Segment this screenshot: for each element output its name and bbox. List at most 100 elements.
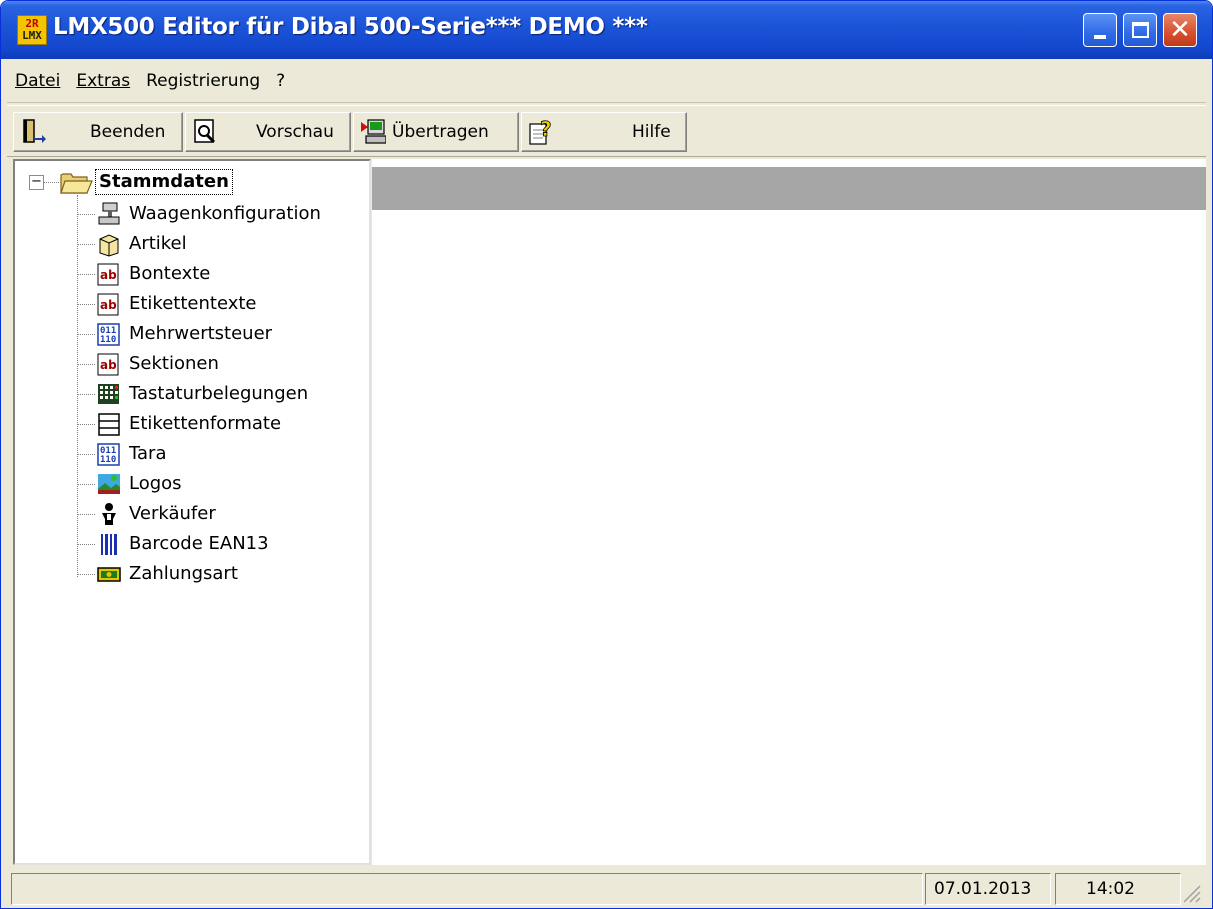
tree-connector: [77, 484, 95, 485]
close-button[interactable]: ✕: [1163, 13, 1197, 47]
menu-bar: Datei Extras Registrierung ?: [7, 59, 1206, 103]
close-icon: ✕: [1169, 15, 1191, 45]
tree-root-connector: [44, 182, 59, 183]
label-format-icon: [98, 413, 120, 436]
hilfe-label: Hilfe: [632, 122, 671, 142]
tree-item-label: Zahlungsart: [129, 563, 238, 584]
tree-connector: [77, 244, 95, 245]
tree-item-label: Mehrwertsteuer: [129, 323, 273, 344]
tree-item-etikettenformate[interactable]: Etikettenformate: [77, 409, 367, 439]
open-folder-icon: [60, 173, 93, 194]
tree-connector: [77, 394, 95, 395]
window-title: LMX500 Editor für Dibal 500-Serie*** DEM…: [53, 14, 648, 40]
tree-item-etikettentexte[interactable]: ab Etikettentexte: [77, 289, 367, 319]
tree-item-tara[interactable]: 011 110 Tara: [77, 439, 367, 469]
tree-item-verkaeufer[interactable]: Verkäufer: [77, 499, 367, 529]
title-bar[interactable]: 2R LMX LMX500 Editor für Dibal 500-Serie…: [1, 1, 1212, 59]
toolbar: Beenden Vorschau Übertragen ? Hilfe: [7, 105, 1206, 157]
svg-text:ab: ab: [100, 298, 117, 312]
tree-connector: [77, 544, 95, 545]
tree-item-label: Etikettentexte: [129, 293, 257, 314]
tree-item-label: Verkäufer: [129, 503, 216, 524]
tree-item-label: Bontexte: [129, 263, 211, 284]
uebertragen-label: Übertragen: [392, 122, 489, 142]
svg-text:110: 110: [100, 455, 116, 465]
tree-item-label: Artikel: [129, 233, 187, 254]
tree-item-zahlungsart[interactable]: Zahlungsart: [77, 559, 367, 589]
tree-item-label: Tastaturbelegungen: [129, 383, 309, 404]
content-header-bar: [372, 167, 1206, 210]
menu-datei[interactable]: Datei: [15, 71, 60, 91]
svg-text:ab: ab: [100, 268, 117, 282]
tree-item-mehrwertsteuer[interactable]: 011 110 Mehrwertsteuer: [77, 319, 367, 349]
tree-connector: [77, 454, 95, 455]
vorschau-button[interactable]: Vorschau: [185, 112, 351, 152]
tree-item-artikel[interactable]: Artikel: [77, 229, 367, 259]
tree-item-barcode-ean13[interactable]: Barcode EAN13: [77, 529, 367, 559]
person-icon: [102, 503, 116, 525]
preview-magnifier-icon: [194, 119, 216, 144]
status-message-panel: [11, 873, 923, 905]
binary-icon: 011 110: [97, 443, 120, 466]
tree-item-label: Barcode EAN13: [129, 533, 269, 554]
tree-root-stammdaten[interactable]: Stammdaten: [95, 169, 233, 195]
tree-item-label: Etikettenformate: [129, 413, 282, 434]
content-panel: [372, 159, 1206, 865]
tree-connector: [77, 574, 95, 575]
maximize-icon: [1131, 22, 1149, 38]
hilfe-button[interactable]: ? Hilfe: [521, 112, 687, 152]
transfer-scale-icon: [361, 119, 386, 144]
text-ab-icon: ab: [97, 263, 119, 286]
beenden-label: Beenden: [90, 122, 166, 142]
uebertragen-button[interactable]: Übertragen: [353, 112, 519, 152]
app-logo-bottom-text: LMX: [22, 29, 42, 42]
tree-item-bontexte[interactable]: ab Bontexte: [77, 259, 367, 289]
binary-icon: 011 110: [97, 323, 120, 346]
menu-registrierung-label: Registrierung: [146, 70, 261, 91]
menu-help[interactable]: ?: [276, 71, 285, 91]
minimize-button[interactable]: [1083, 13, 1117, 47]
text-ab-icon: ab: [97, 293, 119, 316]
svg-text:ab: ab: [100, 358, 117, 372]
tree-connector: [77, 514, 95, 515]
tree-item-label: Sektionen: [129, 353, 219, 374]
app-logo-icon: 2R LMX: [17, 15, 47, 45]
tree-connector: [77, 214, 95, 215]
maximize-button[interactable]: [1123, 13, 1157, 47]
vorschau-label: Vorschau: [256, 122, 334, 142]
tree-item-label: Logos: [129, 473, 182, 494]
barcode-icon: [101, 534, 117, 555]
svg-text:110: 110: [100, 335, 116, 345]
menu-registrierung[interactable]: Registrierung: [146, 71, 260, 91]
beenden-button[interactable]: Beenden: [13, 112, 183, 152]
scale-icon: [98, 202, 120, 225]
tree-connector: [77, 334, 95, 335]
collapse-toggle[interactable]: −: [29, 175, 44, 190]
tree-panel[interactable]: − Stammdaten Waagenkonfiguration Artikel: [13, 159, 371, 865]
tree-item-sektionen[interactable]: ab Sektionen: [77, 349, 367, 379]
menu-extras-label: Extras: [76, 70, 131, 91]
tree-item-label: Waagenkonfiguration: [129, 203, 321, 224]
menu-extras[interactable]: Extras: [76, 71, 130, 91]
svg-text:?: ?: [540, 118, 552, 141]
tree-item-logos[interactable]: Logos: [77, 469, 367, 499]
text-ab-icon: ab: [97, 353, 119, 376]
keyboard-grid-icon: [98, 384, 119, 404]
status-bar: 07.01.2013 14:02: [7, 867, 1206, 908]
exit-door-icon: [23, 119, 46, 143]
menu-datei-label: Datei: [15, 70, 61, 91]
tree-connector: [77, 364, 95, 365]
money-icon: [97, 567, 121, 582]
box-icon: [99, 234, 119, 257]
tree-item-tastaturbelegungen[interactable]: Tastaturbelegungen: [77, 379, 367, 409]
application-window: 2R LMX LMX500 Editor für Dibal 500-Serie…: [0, 0, 1213, 909]
tree-connector: [77, 424, 95, 425]
tree-item-waagenkonfiguration[interactable]: Waagenkonfiguration: [77, 199, 367, 229]
status-date: 07.01.2013: [925, 873, 1051, 905]
help-question-icon: ?: [529, 118, 552, 145]
tree-connector: [77, 274, 95, 275]
menu-help-label: ?: [276, 70, 286, 91]
resize-grip-icon[interactable]: [1180, 882, 1202, 904]
tree-connector: [77, 304, 95, 305]
image-icon: [98, 474, 120, 494]
